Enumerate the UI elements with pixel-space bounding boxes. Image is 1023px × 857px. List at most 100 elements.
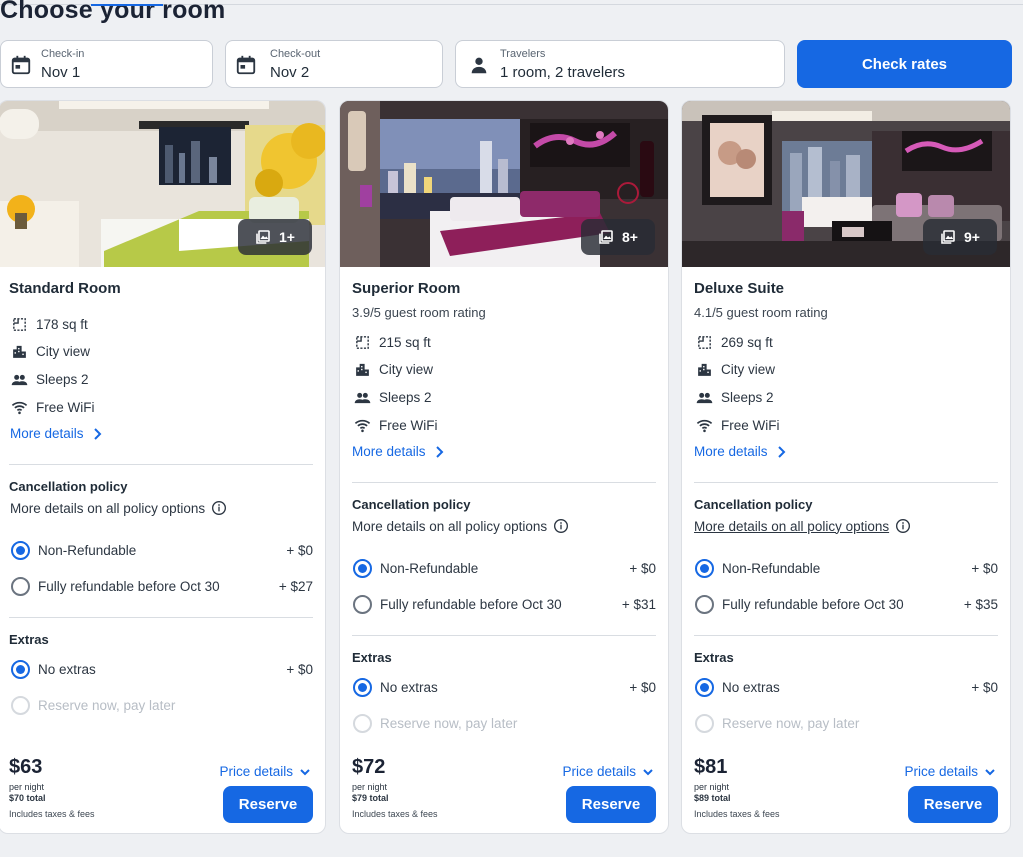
- checkout-field[interactable]: Check-out Nov 2: [225, 40, 443, 88]
- gallery-button[interactable]: 9+: [923, 219, 997, 255]
- option-label: Reserve now, pay later: [380, 716, 518, 731]
- extras-heading: Extras: [9, 632, 49, 647]
- amenity-wifi-text: Free WiFi: [36, 400, 95, 415]
- chevron-down-icon: [643, 768, 653, 775]
- radio-unselected[interactable]: [11, 577, 30, 596]
- option-fully-refundable[interactable]: Fully refundable before Oct 30 + $27: [11, 577, 313, 596]
- amenity-sleeps: Sleeps 2: [11, 371, 89, 388]
- travelers-field[interactable]: Travelers 1 room, 2 travelers: [455, 40, 785, 88]
- divider: [352, 635, 656, 636]
- price-details-link[interactable]: Price details: [904, 764, 996, 779]
- taxes-note: Includes taxes & fees: [352, 809, 438, 819]
- nightly-price: $72: [352, 756, 386, 778]
- policy-link-text: More details on all policy options: [352, 518, 548, 534]
- amenity-view-text: City view: [721, 362, 776, 377]
- option-label: Non-Refundable: [38, 543, 137, 558]
- option-reserve-later: Reserve now, pay later: [11, 696, 313, 715]
- policy-options-link[interactable]: More details on all policy options: [694, 518, 911, 534]
- radio-selected[interactable]: [353, 678, 372, 697]
- option-non-refundable[interactable]: Non-Refundable + $0: [11, 541, 313, 560]
- option-price: + $0: [286, 662, 313, 677]
- divider: [9, 617, 313, 618]
- radio-selected[interactable]: [695, 678, 714, 697]
- radio-disabled: [353, 714, 372, 733]
- amenity-wifi: Free WiFi: [696, 417, 780, 434]
- room-name: Superior Room: [352, 280, 461, 297]
- checkin-label: Check-in: [41, 48, 85, 60]
- nightly-price: $81: [694, 756, 728, 778]
- per-night-label: per night: [694, 782, 730, 792]
- radio-disabled: [11, 696, 30, 715]
- option-price: + $35: [963, 597, 998, 612]
- guest-rating: 3.9/5 guest room rating: [352, 305, 486, 320]
- extras-heading: Extras: [352, 650, 392, 665]
- policy-options-link[interactable]: More details on all policy options: [352, 518, 569, 534]
- reserve-button[interactable]: Reserve: [223, 786, 313, 823]
- radio-selected[interactable]: [11, 541, 30, 560]
- people-icon: [11, 374, 28, 386]
- option-price: + $0: [286, 543, 313, 558]
- amenity-sleeps-text: Sleeps 2: [36, 372, 89, 387]
- option-price: + $0: [629, 561, 656, 576]
- option-label: No extras: [722, 680, 780, 695]
- price-details-link[interactable]: Price details: [562, 764, 654, 779]
- room-card-standard: 1+ Standard Room 178 sq ft City view Sle…: [0, 100, 326, 834]
- option-price: + $0: [629, 680, 656, 695]
- taxes-note: Includes taxes & fees: [694, 809, 780, 819]
- reserve-button[interactable]: Reserve: [908, 786, 998, 823]
- room-name: Deluxe Suite: [694, 280, 785, 297]
- option-non-refundable[interactable]: Non-Refundable + $0: [695, 559, 998, 578]
- cancellation-heading: Cancellation policy: [352, 497, 471, 512]
- option-no-extras[interactable]: No extras + $0: [353, 678, 656, 697]
- title-underline: [91, 4, 163, 6]
- amenity-wifi-text: Free WiFi: [379, 418, 438, 433]
- option-no-extras[interactable]: No extras + $0: [695, 678, 998, 697]
- floor-plan-icon: [698, 336, 711, 349]
- policy-options-link[interactable]: More details on all policy options: [10, 500, 227, 516]
- option-fully-refundable[interactable]: Fully refundable before Oct 30 + $31: [353, 595, 656, 614]
- gallery-button[interactable]: 1+: [238, 219, 312, 255]
- option-price: + $0: [971, 680, 998, 695]
- option-non-refundable[interactable]: Non-Refundable + $0: [353, 559, 656, 578]
- radio-unselected[interactable]: [695, 595, 714, 614]
- more-details-text: More details: [10, 426, 84, 441]
- option-label: No extras: [380, 680, 438, 695]
- checkin-field[interactable]: Check-in Nov 1: [0, 40, 213, 88]
- option-label: Fully refundable before Oct 30: [38, 579, 220, 594]
- person-icon: [471, 57, 487, 74]
- checkout-label: Check-out: [270, 48, 321, 60]
- people-icon: [354, 392, 371, 404]
- radio-disabled: [695, 714, 714, 733]
- nightly-price: $63: [9, 756, 43, 778]
- gallery-icon: [599, 230, 613, 244]
- option-no-extras[interactable]: No extras + $0: [11, 660, 313, 679]
- chevron-down-icon: [985, 768, 995, 775]
- reserve-button[interactable]: Reserve: [566, 786, 656, 823]
- more-details-link[interactable]: More details: [10, 426, 102, 441]
- option-fully-refundable[interactable]: Fully refundable before Oct 30 + $35: [695, 595, 998, 614]
- amenity-view: City view: [696, 361, 775, 378]
- divider: [694, 482, 998, 483]
- price-details-link[interactable]: Price details: [219, 764, 311, 779]
- amenity-sleeps-text: Sleeps 2: [379, 390, 432, 405]
- radio-selected[interactable]: [353, 559, 372, 578]
- gallery-count: 9+: [964, 229, 980, 245]
- gallery-button[interactable]: 8+: [581, 219, 655, 255]
- radio-unselected[interactable]: [353, 595, 372, 614]
- room-name: Standard Room: [9, 280, 121, 297]
- radio-selected[interactable]: [11, 660, 30, 679]
- chevron-right-icon: [777, 445, 785, 458]
- option-price: + $0: [971, 561, 998, 576]
- amenity-view-text: City view: [36, 344, 91, 359]
- policy-link-text: More details on all policy options: [694, 518, 890, 534]
- per-night-label: per night: [9, 782, 45, 792]
- more-details-text: More details: [352, 444, 426, 459]
- chevron-right-icon: [435, 445, 443, 458]
- price-details-text: Price details: [219, 764, 293, 779]
- more-details-link[interactable]: More details: [694, 444, 786, 459]
- check-rates-button[interactable]: Check rates: [797, 40, 1012, 88]
- more-details-link[interactable]: More details: [352, 444, 444, 459]
- option-reserve-later: Reserve now, pay later: [353, 714, 656, 733]
- radio-selected[interactable]: [695, 559, 714, 578]
- amenity-view: City view: [11, 343, 90, 360]
